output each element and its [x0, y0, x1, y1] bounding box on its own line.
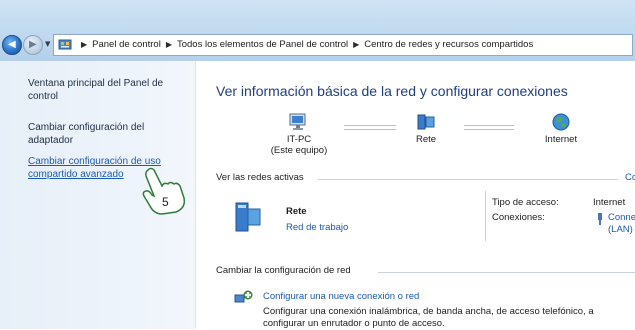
- ethernet-icon: [598, 213, 602, 225]
- new-connection-icon: [234, 290, 253, 303]
- computer-name: IT-PC: [286, 134, 312, 145]
- connection-line: [344, 125, 396, 130]
- computer-sub: (Este equipo): [270, 145, 328, 156]
- setup-new-connection-link[interactable]: Configurar una nueva conexión o red: [263, 291, 419, 303]
- connections-label: Conexiones:: [492, 212, 545, 223]
- connection-line: [464, 125, 514, 130]
- network-type-link[interactable]: Red de trabajo: [286, 222, 348, 234]
- breadcrumb-separator-icon: ▶: [353, 40, 360, 49]
- breadcrumb-item[interactable]: Centro de redes y recursos compartidos: [364, 39, 533, 50]
- back-arrow-icon: ◀: [8, 39, 16, 50]
- network-map-network: Rete: [396, 113, 456, 145]
- connection-link[interactable]: Connessi: [608, 212, 635, 224]
- sidebar-item-adapter-settings[interactable]: Cambiar configuración del adaptador: [28, 122, 188, 147]
- address-bar[interactable]: ▶ Panel de control ▶ Todos los elementos de…: [53, 34, 633, 56]
- connect-or-disconnect-link[interactable]: Co: [625, 172, 635, 184]
- internet-node-label: Internet: [544, 134, 578, 145]
- change-settings-header: Cambiar la configuración de red: [216, 265, 351, 276]
- divider: [378, 272, 635, 273]
- forward-button[interactable]: ▶: [23, 35, 43, 55]
- setup-new-connection-desc-2: configurar un enrutador o punto de acces…: [263, 318, 445, 329]
- main-panel: Ver información básica de la red y confi…: [196, 61, 635, 329]
- breadcrumb-separator-icon: ▶: [81, 40, 88, 49]
- setup-new-connection-desc: Configurar una conexión inalámbrica, de …: [263, 306, 594, 317]
- breadcrumb: ▶ Panel de control ▶ Todos los elementos de…: [76, 38, 533, 52]
- control-panel-icon: [58, 39, 72, 50]
- divider: [318, 179, 618, 180]
- breadcrumb-separator-icon: ▶: [165, 40, 172, 49]
- network-node-label: Rete: [415, 134, 437, 145]
- forward-arrow-icon: ▶: [29, 39, 37, 50]
- breadcrumb-item[interactable]: Todos los elementos de Panel de control: [177, 39, 348, 50]
- back-button[interactable]: ◀: [2, 35, 22, 55]
- globe-icon: [552, 113, 570, 131]
- network-name: Rete: [286, 206, 307, 217]
- work-network-icon: [235, 202, 261, 232]
- step-badge: 5: [162, 195, 169, 209]
- network-icon: [417, 114, 435, 130]
- network-map-computer: IT-PC (Este equipo): [254, 113, 344, 156]
- navigation-bar: ◀ ▶ ▼ ▶ Panel de control ▶ Todos los elemen…: [0, 30, 635, 61]
- page-title: Ver información básica de la red y confi…: [216, 83, 568, 99]
- connection-link-sub[interactable]: (LAN): [608, 224, 633, 236]
- recent-pages-dropdown-icon[interactable]: ▼: [45, 40, 50, 48]
- sidebar-item-control-panel-home[interactable]: Ventana principal del Panel de control: [28, 78, 188, 103]
- access-type-label: Tipo de acceso:: [492, 197, 559, 208]
- divider: [485, 191, 486, 241]
- network-map-internet: Internet: [526, 113, 596, 145]
- access-type-value: Internet: [593, 197, 626, 208]
- computer-icon: [289, 113, 306, 130]
- breadcrumb-item[interactable]: Panel de control: [92, 39, 161, 50]
- active-networks-header: Ver las redes activas: [216, 172, 304, 183]
